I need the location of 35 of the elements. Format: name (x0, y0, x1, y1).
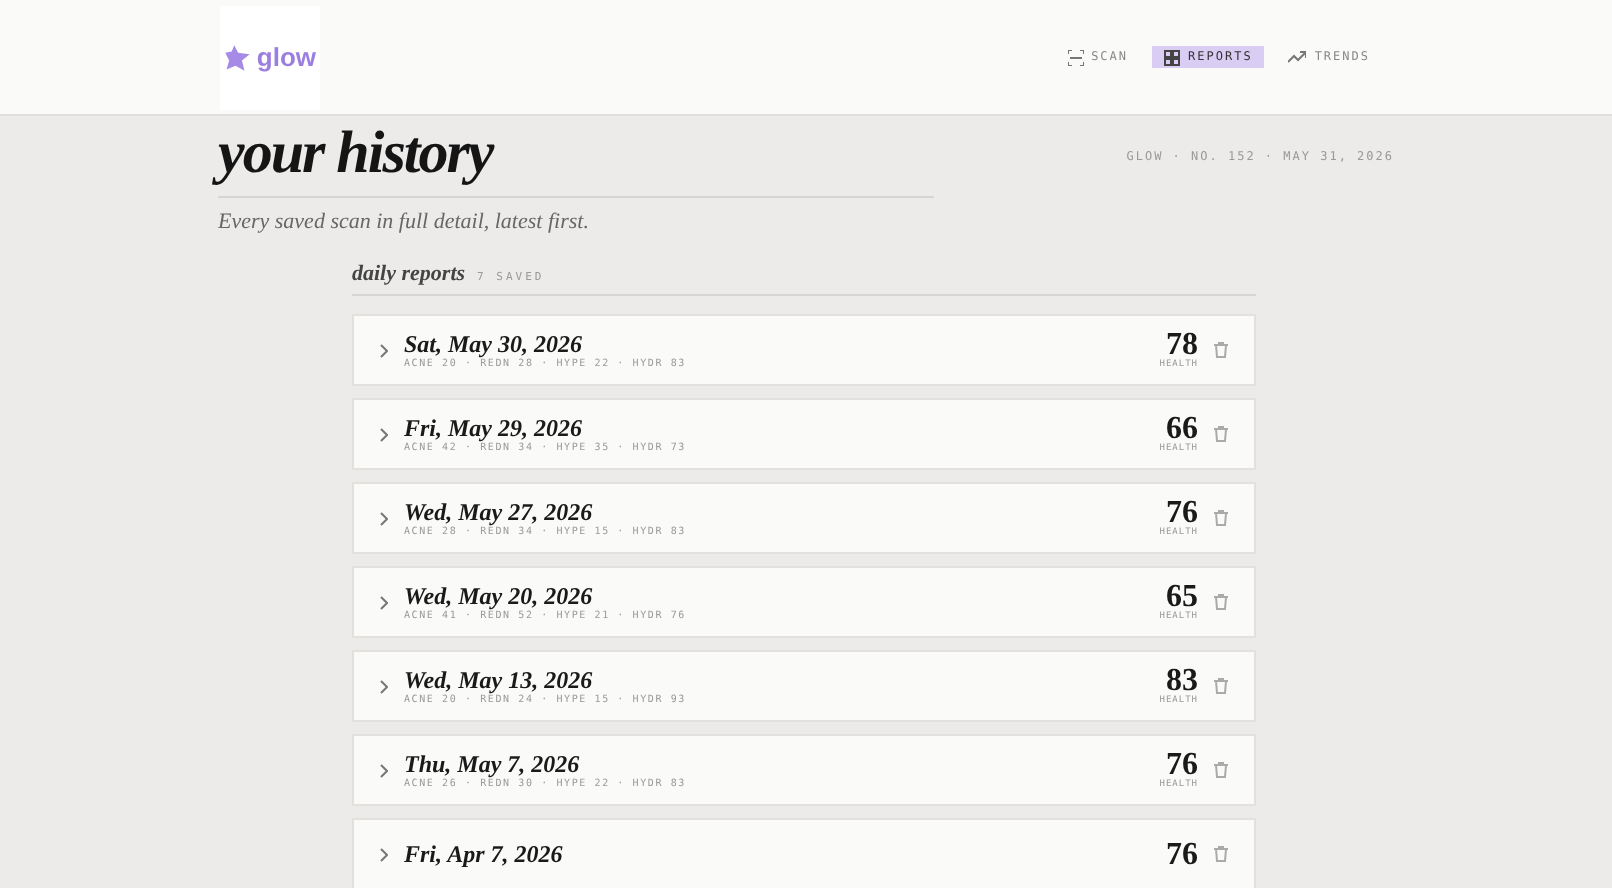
report-date: Sat, May 30, 2026 (404, 331, 585, 357)
chevron-right-icon[interactable] (380, 511, 388, 525)
report-date: Fri, Apr 7, 2026 (404, 841, 565, 867)
trash-icon[interactable] (1214, 846, 1228, 862)
chevron-right-icon[interactable] (380, 847, 388, 861)
report-date: Wed, May 13, 2026 (404, 667, 595, 693)
health-score: 65 (1166, 582, 1198, 612)
chevron-right-icon[interactable] (380, 595, 388, 609)
trash-icon[interactable] (1214, 342, 1228, 358)
trash-icon[interactable] (1214, 678, 1228, 694)
trash-icon[interactable] (1214, 762, 1228, 778)
report-date: Wed, May 27, 2026 (404, 499, 595, 525)
report-date: Thu, May 7, 2026 (404, 751, 582, 777)
trend-icon (1288, 50, 1307, 64)
trash-icon[interactable] (1214, 426, 1228, 442)
health-score: 76 (1166, 750, 1198, 780)
health-score: 76 (1166, 839, 1198, 869)
report-card[interactable]: Fri, Apr 7, 2026 76 (352, 818, 1256, 888)
grid-icon (1164, 49, 1181, 65)
chevron-right-icon[interactable] (380, 679, 388, 693)
health-score: 78 (1166, 330, 1198, 360)
section-title: daily reports (352, 262, 466, 286)
scan-icon (1067, 49, 1084, 65)
chevron-right-icon[interactable] (380, 427, 388, 441)
health-score: 83 (1166, 666, 1198, 696)
trash-icon[interactable] (1214, 594, 1228, 610)
report-date: Wed, May 20, 2026 (404, 583, 595, 609)
health-score: 76 (1166, 498, 1198, 528)
logo-text: glow (256, 42, 316, 72)
health-score: 66 (1166, 414, 1198, 444)
trash-icon[interactable] (1214, 510, 1228, 526)
chevron-right-icon[interactable] (380, 343, 388, 357)
chevron-right-icon[interactable] (380, 763, 388, 777)
page-subtitle: Every saved scan in full detail, latest first. (218, 210, 591, 234)
report-date: Fri, May 29, 2026 (404, 415, 585, 441)
